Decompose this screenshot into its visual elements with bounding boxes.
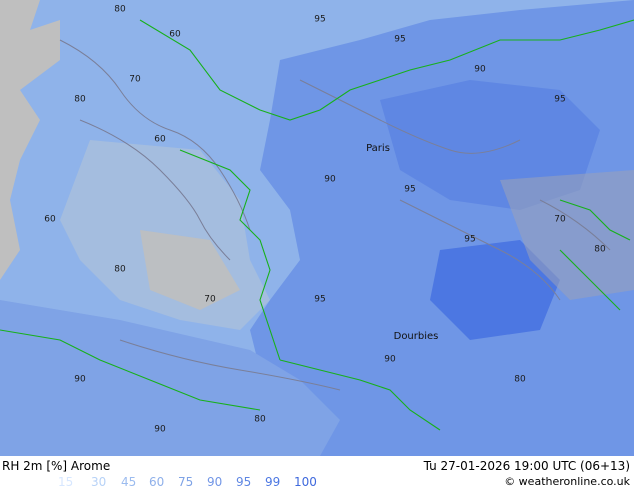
- contour-label: 80: [254, 414, 266, 425]
- contour-label: 80: [114, 264, 126, 275]
- contour-label: 95: [394, 34, 406, 45]
- contour-label: 80: [594, 244, 606, 255]
- contour-label: 95: [404, 184, 416, 195]
- contour-label: 80: [74, 94, 86, 105]
- footer-row-2: 15 30 45 60 75 90 95 99 100 © weatheronl…: [0, 475, 634, 489]
- footer-row-1: RH 2m [%] Arome Tu 27-01-2026 19:00 UTC …: [0, 459, 634, 473]
- legend-value: 60: [149, 475, 165, 489]
- map-area[interactable]: 80 60 70 80 60 60 80 70 95 95 90 95 90 9…: [0, 0, 634, 456]
- city-label-dourbies: Dourbies: [393, 331, 439, 342]
- contour-label: 90: [474, 64, 486, 75]
- contour-label: 70: [129, 74, 141, 85]
- model-label: Arome: [70, 459, 111, 473]
- legend-value: 30: [91, 475, 107, 489]
- legend-value: 95: [236, 475, 252, 489]
- contour-label: 90: [154, 424, 166, 435]
- contour-label: 95: [554, 94, 566, 105]
- contour-label: 60: [154, 134, 166, 145]
- contour-label: 95: [314, 14, 326, 25]
- footer: RH 2m [%] Arome Tu 27-01-2026 19:00 UTC …: [0, 456, 634, 490]
- contour-label: 70: [554, 214, 566, 225]
- legend-value: 100: [294, 475, 317, 489]
- datetime-label: Tu 27-01-2026 19:00 UTC (06+13): [423, 459, 630, 473]
- contour-label: 80: [514, 374, 526, 385]
- legend-value: 45: [121, 475, 137, 489]
- variable-label: RH 2m [%]: [2, 459, 68, 473]
- map-title: RH 2m [%] Arome: [2, 459, 110, 473]
- contour-label: 90: [74, 374, 86, 385]
- legend-value: 90: [207, 475, 223, 489]
- contour-label: 95: [314, 294, 326, 305]
- credit-label: © weatheronline.co.uk: [504, 475, 630, 488]
- contour-label: 60: [169, 29, 181, 40]
- legend-value: 99: [265, 475, 281, 489]
- map-graphic: [0, 0, 634, 456]
- city-label-paris: Paris: [366, 143, 390, 154]
- legend-value: 15: [58, 475, 74, 489]
- legend-value: 75: [178, 475, 194, 489]
- contour-label: 95: [464, 234, 476, 245]
- contour-label: 60: [44, 214, 56, 225]
- contour-label: 70: [204, 294, 216, 305]
- contour-label: 90: [324, 174, 336, 185]
- contour-label: 90: [384, 354, 396, 365]
- contour-label: 80: [114, 4, 126, 15]
